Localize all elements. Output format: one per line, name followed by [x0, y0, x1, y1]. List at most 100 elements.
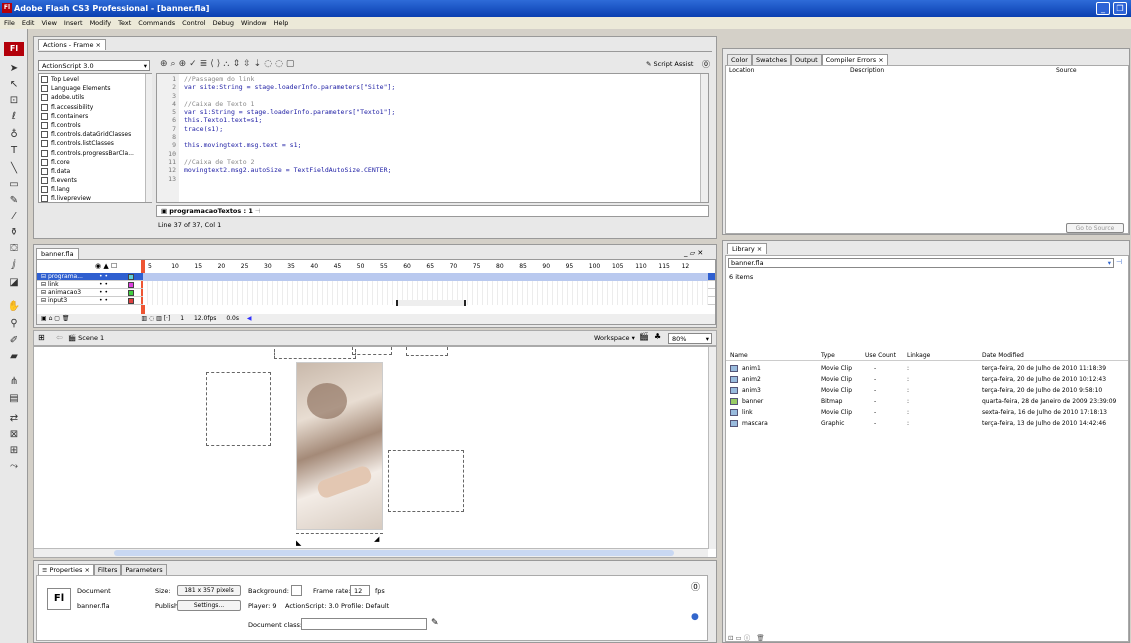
library-item[interactable]: anim1 Movie Clip -: terça-feira, 20 de Julh…	[726, 364, 1127, 373]
option-icon[interactable]: ⊞	[5, 443, 23, 458]
tab-banner-fla[interactable]: banner.fla	[36, 248, 79, 259]
stroke-color-icon[interactable]: ✐	[5, 333, 23, 348]
code-line[interactable]: movingtext2.msg2.autoSize = TextFieldAut…	[184, 166, 694, 174]
minimize-button[interactable]: _	[1096, 2, 1110, 15]
code-line[interactable]	[184, 150, 694, 158]
scene-breadcrumb[interactable]: 🎬 Scene 1	[68, 334, 104, 342]
edit-class-icon[interactable]: ✎	[431, 618, 439, 628]
tree-scrollbar[interactable]	[145, 74, 152, 202]
hscroll-thumb[interactable]	[114, 550, 674, 556]
layer-row[interactable]: ⊟ animacao3 • •	[37, 289, 715, 297]
tab-filters[interactable]: Filters	[93, 564, 122, 575]
code-line[interactable]: trace(s1);	[184, 125, 694, 133]
layer-frames[interactable]	[143, 281, 708, 289]
pen-tool-icon[interactable]: ♁	[5, 127, 23, 142]
code-line[interactable]: var s1:String = stage.loaderInfo.paramet…	[184, 108, 694, 116]
menu-help[interactable]: Help	[274, 19, 289, 27]
tab-swatches[interactable]: Swatches	[751, 54, 792, 65]
edit-symbols-icon[interactable]: ♣	[654, 332, 661, 341]
timeline-toggle-icon[interactable]: ⊞	[38, 333, 45, 342]
smooth-icon[interactable]: ▤	[5, 391, 23, 406]
toolbox-tree-item[interactable]: fl.events	[41, 176, 151, 185]
info-icon[interactable]: ●	[691, 612, 699, 622]
toolbox-tree-item[interactable]: fl.containers	[41, 112, 151, 121]
menu-view[interactable]: View	[41, 19, 56, 27]
zoom-tool-icon[interactable]: ⚲	[5, 316, 23, 331]
code-text[interactable]: //Passagem do link var site:String = stag…	[184, 75, 694, 183]
no-color-icon[interactable]: ⊠	[5, 427, 23, 442]
code-line[interactable]: this.Texto1.text=s1;	[184, 116, 694, 124]
layer-frames[interactable]	[143, 273, 708, 281]
add-layer-icon[interactable]: ▣ ⌂ ▢ 🗑	[41, 315, 70, 322]
menu-window[interactable]: Window	[241, 19, 267, 27]
workspace-menu[interactable]: Workspace ▾	[594, 334, 635, 342]
text-tool-icon[interactable]: T	[5, 143, 23, 158]
code-editor[interactable]: 1 2 3 4 5 6 7 8 9 10 11 12 13 //Passagem do link var …	[156, 73, 709, 203]
source-column-header[interactable]: Source	[1056, 67, 1077, 74]
code-line[interactable]: this.movingtext.msg.text = s1;	[184, 141, 694, 149]
target-icon[interactable]: ⊕	[179, 59, 190, 69]
tab-output[interactable]: Output	[791, 54, 822, 65]
library-item[interactable]: banner Bitmap -: quarta-feira, 28 de Janeir…	[726, 397, 1127, 406]
straighten-icon[interactable]: ⤳	[5, 459, 23, 474]
zoom-dropdown[interactable]: 80% ▾	[668, 333, 712, 344]
toolbox-tree-item[interactable]: Language Elements	[41, 84, 151, 93]
layer-outline-color[interactable]	[128, 282, 134, 288]
stage-vscrollbar[interactable]	[708, 347, 716, 549]
code-line[interactable]	[184, 175, 694, 183]
layer-frames[interactable]	[143, 289, 708, 297]
help-icon[interactable]: ▢	[286, 59, 298, 69]
stage-hscrollbar[interactable]	[34, 548, 708, 557]
offstage-symbol[interactable]	[406, 347, 448, 356]
library-item[interactable]: anim3 Movie Clip -: terça-feira, 20 de Julh…	[726, 386, 1127, 395]
brush-tool-icon[interactable]: ⁄	[5, 209, 23, 224]
snap-icon[interactable]: ⋔	[5, 374, 23, 389]
subselection-tool-icon[interactable]: ↖	[5, 77, 23, 92]
date-modified-column-header[interactable]: Date Modified	[982, 352, 1024, 359]
settings-button[interactable]: Settings...	[177, 600, 241, 611]
layer-visibility-dots[interactable]: • •	[99, 273, 108, 281]
selection-tool-icon[interactable]: ➤	[5, 61, 23, 76]
script-assist-button[interactable]: ✎ Script Assist	[646, 60, 693, 68]
tween-span[interactable]	[396, 300, 466, 306]
menu-modify[interactable]: Modify	[90, 19, 112, 27]
eyedropper-icon[interactable]: ⅉ	[5, 257, 23, 272]
tab-compiler-errors[interactable]: Compiler Errors ×	[821, 54, 888, 65]
eraser-icon[interactable]: ◪	[5, 275, 23, 290]
toolbox-tree-item[interactable]: fl.lang	[41, 185, 151, 194]
code-line[interactable]: //Caixa de Texto 1	[184, 100, 694, 108]
code-line[interactable]	[184, 133, 694, 141]
banner-image[interactable]	[296, 362, 383, 530]
library-item[interactable]: anim2 Movie Clip -: terça-feira, 20 de Julh…	[726, 375, 1127, 384]
scroll-left-icon[interactable]: ◀	[247, 315, 252, 322]
code-line[interactable]	[184, 92, 694, 100]
collapse-all-icon[interactable]: ⇣	[254, 59, 265, 69]
check-syntax-icon[interactable]: ✓	[189, 59, 200, 69]
location-column-header[interactable]: Location	[729, 67, 754, 74]
toolbox-tree-item[interactable]: adobe.utils	[41, 93, 151, 102]
frame-script-tab[interactable]: ▣ programacaoTextos : 1 ⊣	[156, 205, 709, 217]
library-item[interactable]: link Movie Clip -: sexta-feira, 16 de Julho…	[726, 408, 1127, 417]
layer-outline-color[interactable]	[128, 274, 134, 280]
menu-debug[interactable]: Debug	[213, 19, 234, 27]
toolbox-tree-item[interactable]: fl.controls.listClasses	[41, 139, 151, 148]
lasso-tool-icon[interactable]: ℓ	[5, 109, 23, 124]
tab-library[interactable]: Library ×	[727, 243, 768, 254]
menu-file[interactable]: File	[4, 19, 15, 27]
layer-row[interactable]: ⊟ link • •	[37, 281, 715, 289]
layer-toggles[interactable]: ◉ ▲ ☐	[95, 262, 117, 270]
stage-canvas[interactable]: ◣ ◢	[33, 346, 717, 558]
comment-icon[interactable]: ◌	[264, 59, 275, 69]
tab-properties[interactable]: ≡ Properties ×	[38, 564, 94, 575]
code-line[interactable]: var site:String = stage.loaderInfo.param…	[184, 83, 694, 91]
code-hint-icon[interactable]: ⟨⟩	[210, 59, 223, 69]
rectangle-tool-icon[interactable]: ▭	[5, 177, 23, 192]
layer-outline-color[interactable]	[128, 290, 134, 296]
uncomment-icon[interactable]: ◌	[275, 59, 286, 69]
menu-edit[interactable]: Edit	[22, 19, 35, 27]
library-file-dropdown[interactable]: banner.fla ▾	[728, 258, 1114, 268]
go-to-source-button[interactable]: Go to Source	[1066, 223, 1124, 233]
toolbox-tree-item[interactable]: fl.accessibility	[41, 103, 151, 112]
code-line[interactable]: //Caixa de Texto 2	[184, 158, 694, 166]
layer-visibility-dots[interactable]: • •	[99, 289, 108, 297]
